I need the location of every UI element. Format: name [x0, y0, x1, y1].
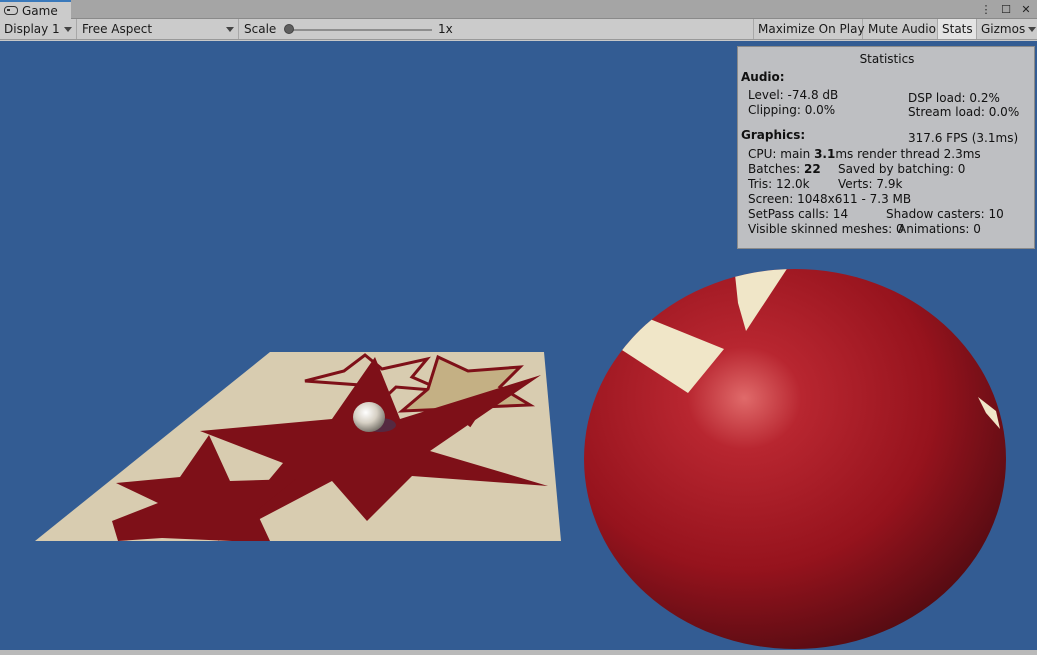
audio-clipping: Clipping: 0.0% [748, 103, 836, 117]
maximize-on-play-toggle[interactable]: Maximize On Play [753, 19, 865, 39]
window-tab-bar: Game ⋮ ☐ ✕ [0, 0, 1037, 19]
verts-count: Verts: 7.9k [838, 177, 903, 191]
game-view-toolbar: Display 1 Free Aspect Scale 1x Maximize … [0, 19, 1037, 40]
batches: Batches: 22 [748, 162, 821, 176]
statistics-panel: Statistics Audio: Level: -74.8 dB DSP lo… [737, 46, 1035, 249]
mute-audio-toggle[interactable]: Mute Audio [864, 19, 938, 39]
tab-game[interactable]: Game [0, 0, 71, 19]
batches-value: 22 [804, 162, 821, 176]
shadow-casters: Shadow casters: 10 [886, 207, 1004, 221]
chevron-down-icon [226, 27, 234, 32]
cpu-prefix: CPU: main [748, 147, 815, 161]
animations-count: Animations: 0 [898, 222, 981, 236]
window-controls: ⋮ ☐ ✕ [979, 0, 1037, 19]
stream-load: Stream load: 0.0% [908, 105, 1020, 119]
stats-toggle[interactable]: Stats [938, 19, 977, 39]
scale-label: Scale [244, 22, 277, 36]
tris-count: Tris: 12.0k [748, 177, 810, 191]
gizmos-dropdown-label: Gizmos [981, 22, 1026, 36]
cpu-timing: CPU: main 3.1ms render thread 2.3ms [748, 147, 981, 161]
skinned-meshes: Visible skinned meshes: 0 [748, 222, 904, 236]
aspect-dropdown-label: Free Aspect [82, 22, 153, 36]
chevron-down-icon [1028, 27, 1036, 32]
close-icon[interactable]: ✕ [1019, 0, 1033, 19]
menu-icon[interactable]: ⋮ [979, 0, 993, 19]
gamepad-icon [4, 6, 18, 15]
scale-value: 1x [438, 22, 453, 36]
saved-by-batching: Saved by batching: 0 [838, 162, 966, 176]
aspect-dropdown[interactable]: Free Aspect [78, 19, 239, 39]
cpu-main-value: 3.1 [814, 147, 836, 161]
cpu-suffix: ms render thread 2.3ms [835, 147, 981, 161]
graphics-heading: Graphics: [741, 128, 806, 142]
screen-info: Screen: 1048x611 - 7.3 MB [748, 192, 912, 206]
small-ball [353, 402, 385, 432]
bottom-border [0, 650, 1037, 655]
fps-readout: 317.6 FPS (3.1ms) [908, 131, 1019, 145]
chevron-down-icon [64, 27, 72, 32]
scale-slider-handle[interactable] [284, 24, 294, 34]
display-dropdown-label: Display 1 [4, 22, 60, 36]
audio-level: Level: -74.8 dB [748, 88, 839, 102]
batches-label: Batches: [748, 162, 804, 176]
tab-game-label: Game [22, 3, 58, 18]
display-dropdown[interactable]: Display 1 [0, 19, 77, 39]
stats-title: Statistics [859, 52, 915, 66]
maximize-icon[interactable]: ☐ [999, 0, 1013, 19]
dsp-load: DSP load: 0.2% [908, 91, 1000, 105]
gizmos-dropdown[interactable]: Gizmos [977, 19, 1037, 39]
audio-heading: Audio: [741, 70, 785, 84]
setpass-calls: SetPass calls: 14 [748, 207, 849, 221]
scale-slider[interactable] [288, 29, 432, 31]
